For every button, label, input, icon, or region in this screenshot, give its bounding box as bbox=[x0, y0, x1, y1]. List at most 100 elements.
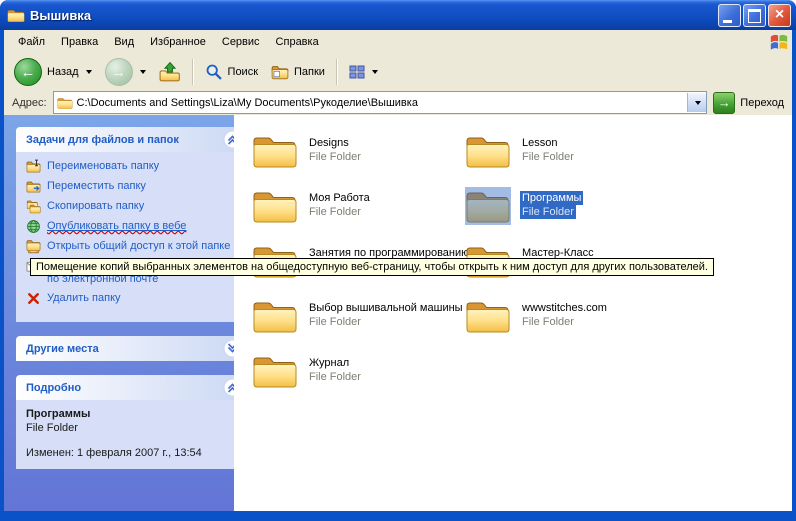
file-type: File Folder bbox=[520, 150, 576, 164]
window-content: Задачи для файлов и папок Переименовать … bbox=[4, 115, 792, 511]
file-tile-vybor-mashiny[interactable]: Выбор вышивальной машиныFile Folder bbox=[252, 296, 465, 351]
file-type: File Folder bbox=[307, 370, 363, 384]
file-tile-designs[interactable]: DesignsFile Folder bbox=[252, 131, 465, 186]
explorer-window: Вышивка Файл Правка Вид Избранное Сервис… bbox=[0, 0, 796, 521]
search-label: Поиск bbox=[228, 66, 258, 78]
folder-icon bbox=[252, 297, 298, 335]
windows-flag-icon bbox=[769, 32, 789, 52]
file-name: Моя Работа bbox=[307, 191, 372, 205]
forward-arrow-icon: → bbox=[105, 58, 133, 86]
go-label: Переход bbox=[740, 97, 784, 109]
rename-folder-icon bbox=[26, 159, 41, 174]
back-label: Назад bbox=[47, 66, 79, 78]
file-tasks-body: Переименовать папку Переместить папку Ск… bbox=[16, 152, 246, 322]
file-type: File Folder bbox=[307, 150, 363, 164]
go-arrow-icon: → bbox=[713, 92, 735, 114]
task-delete-folder[interactable]: Удалить папку bbox=[26, 292, 240, 306]
forward-dropdown-caret-icon[interactable] bbox=[140, 70, 146, 74]
copy-folder-icon bbox=[26, 199, 41, 214]
menu-bar: Файл Правка Вид Избранное Сервис Справка bbox=[4, 30, 792, 55]
folders-button[interactable]: Папки bbox=[265, 56, 331, 88]
file-tile-wwwstitches[interactable]: wwwstitches.comFile Folder bbox=[465, 296, 685, 351]
address-input[interactable]: C:\Documents and Settings\Liza\My Docume… bbox=[53, 91, 708, 114]
search-icon bbox=[205, 63, 223, 81]
minimize-button[interactable] bbox=[718, 4, 741, 27]
toolbar-separator bbox=[192, 59, 194, 85]
forward-button[interactable]: → bbox=[99, 56, 152, 88]
window-title: Вышивка bbox=[30, 8, 91, 23]
folder-icon bbox=[465, 132, 511, 170]
go-button[interactable]: → Переход bbox=[713, 92, 786, 114]
details-body: Программы File Folder Изменен: 1 февраля… bbox=[16, 400, 246, 469]
views-dropdown-caret-icon[interactable] bbox=[372, 70, 378, 74]
toolbar: ← Назад → Поиск Папки bbox=[4, 54, 792, 91]
file-tile-zhurnal[interactable]: ЖурналFile Folder bbox=[252, 351, 465, 406]
close-button[interactable] bbox=[768, 4, 791, 27]
file-name: Lesson bbox=[520, 136, 576, 150]
details-header[interactable]: Подробно bbox=[16, 375, 246, 400]
details-box: Подробно Программы File Folder Изменен: … bbox=[16, 375, 246, 469]
task-label: Открыть общий доступ к этой папке bbox=[47, 240, 230, 253]
file-name: Программы bbox=[520, 191, 583, 205]
delete-folder-icon bbox=[26, 291, 41, 306]
file-tasks-title: Задачи для файлов и папок bbox=[26, 134, 179, 146]
file-type: File Folder bbox=[520, 315, 576, 329]
views-button[interactable] bbox=[343, 56, 384, 88]
window-folder-icon bbox=[7, 8, 25, 23]
back-dropdown-caret-icon[interactable] bbox=[86, 70, 92, 74]
up-folder-icon bbox=[159, 62, 181, 82]
menu-help[interactable]: Справка bbox=[268, 33, 327, 51]
file-tasks-box: Задачи для файлов и папок Переименовать … bbox=[16, 127, 246, 322]
task-copy-folder[interactable]: Скопировать папку bbox=[26, 200, 240, 214]
toolbar-separator bbox=[336, 59, 338, 85]
task-label: Опубликовать папку в вебе bbox=[47, 220, 186, 232]
folders-icon bbox=[271, 63, 289, 81]
task-label: Скопировать папку bbox=[47, 200, 144, 213]
back-arrow-icon: ← bbox=[14, 58, 42, 86]
task-publish-folder-web[interactable]: Опубликовать папку в вебе bbox=[26, 220, 240, 234]
menu-tools[interactable]: Сервис bbox=[214, 33, 268, 51]
file-type: File Folder bbox=[307, 315, 363, 329]
annotation-underline: Опубликовать папку в вебе bbox=[47, 220, 186, 233]
address-path: C:\Documents and Settings\Liza\My Docume… bbox=[77, 97, 684, 109]
title-bar[interactable]: Вышивка bbox=[0, 0, 796, 30]
address-label: Адрес: bbox=[12, 97, 47, 109]
folder-icon bbox=[465, 187, 511, 225]
task-rename-folder[interactable]: Переименовать папку bbox=[26, 160, 240, 174]
details-name: Программы bbox=[26, 408, 240, 420]
task-label: Переместить папку bbox=[47, 180, 146, 193]
tooltip: Помещение копий выбранных элементов на о… bbox=[30, 258, 714, 276]
search-button[interactable]: Поиск bbox=[199, 56, 264, 88]
other-places-header[interactable]: Другие места bbox=[16, 336, 246, 361]
publish-web-icon bbox=[26, 219, 41, 234]
file-tile-programmy-selected[interactable]: ПрограммыFile Folder bbox=[465, 186, 685, 241]
windows-logo bbox=[766, 31, 792, 53]
up-button[interactable] bbox=[153, 56, 187, 88]
address-caret-icon bbox=[695, 101, 701, 105]
menu-view[interactable]: Вид bbox=[106, 33, 142, 51]
details-title: Подробно bbox=[26, 382, 81, 394]
task-share-folder[interactable]: Открыть общий доступ к этой папке bbox=[26, 240, 240, 254]
details-type: File Folder bbox=[26, 422, 240, 434]
file-tasks-header[interactable]: Задачи для файлов и папок bbox=[16, 127, 246, 152]
move-folder-icon bbox=[26, 179, 41, 194]
details-modified: Изменен: 1 февраля 2007 г., 13:54 bbox=[26, 447, 240, 459]
menu-file[interactable]: Файл bbox=[10, 33, 53, 51]
back-button[interactable]: ← Назад bbox=[8, 56, 98, 88]
maximize-button[interactable] bbox=[743, 4, 766, 27]
task-label: Удалить папку bbox=[47, 292, 121, 305]
other-places-title: Другие места bbox=[26, 343, 99, 355]
task-label: Переименовать папку bbox=[47, 160, 159, 173]
menu-edit[interactable]: Правка bbox=[53, 33, 106, 51]
file-tile-moya-rabota[interactable]: Моя РаботаFile Folder bbox=[252, 186, 465, 241]
task-move-folder[interactable]: Переместить папку bbox=[26, 180, 240, 194]
file-list-area: DesignsFile Folder LessonFile Folder Моя… bbox=[234, 115, 792, 511]
file-tile-lesson[interactable]: LessonFile Folder bbox=[465, 131, 685, 186]
views-grid-icon bbox=[349, 64, 365, 80]
address-bar: Адрес: C:\Documents and Settings\Liza\My… bbox=[4, 90, 792, 118]
menu-favorites[interactable]: Избранное bbox=[142, 33, 214, 51]
folders-label: Папки bbox=[294, 66, 325, 78]
file-type: File Folder bbox=[307, 205, 363, 219]
address-dropdown-button[interactable] bbox=[687, 93, 706, 112]
folder-icon bbox=[252, 132, 298, 170]
